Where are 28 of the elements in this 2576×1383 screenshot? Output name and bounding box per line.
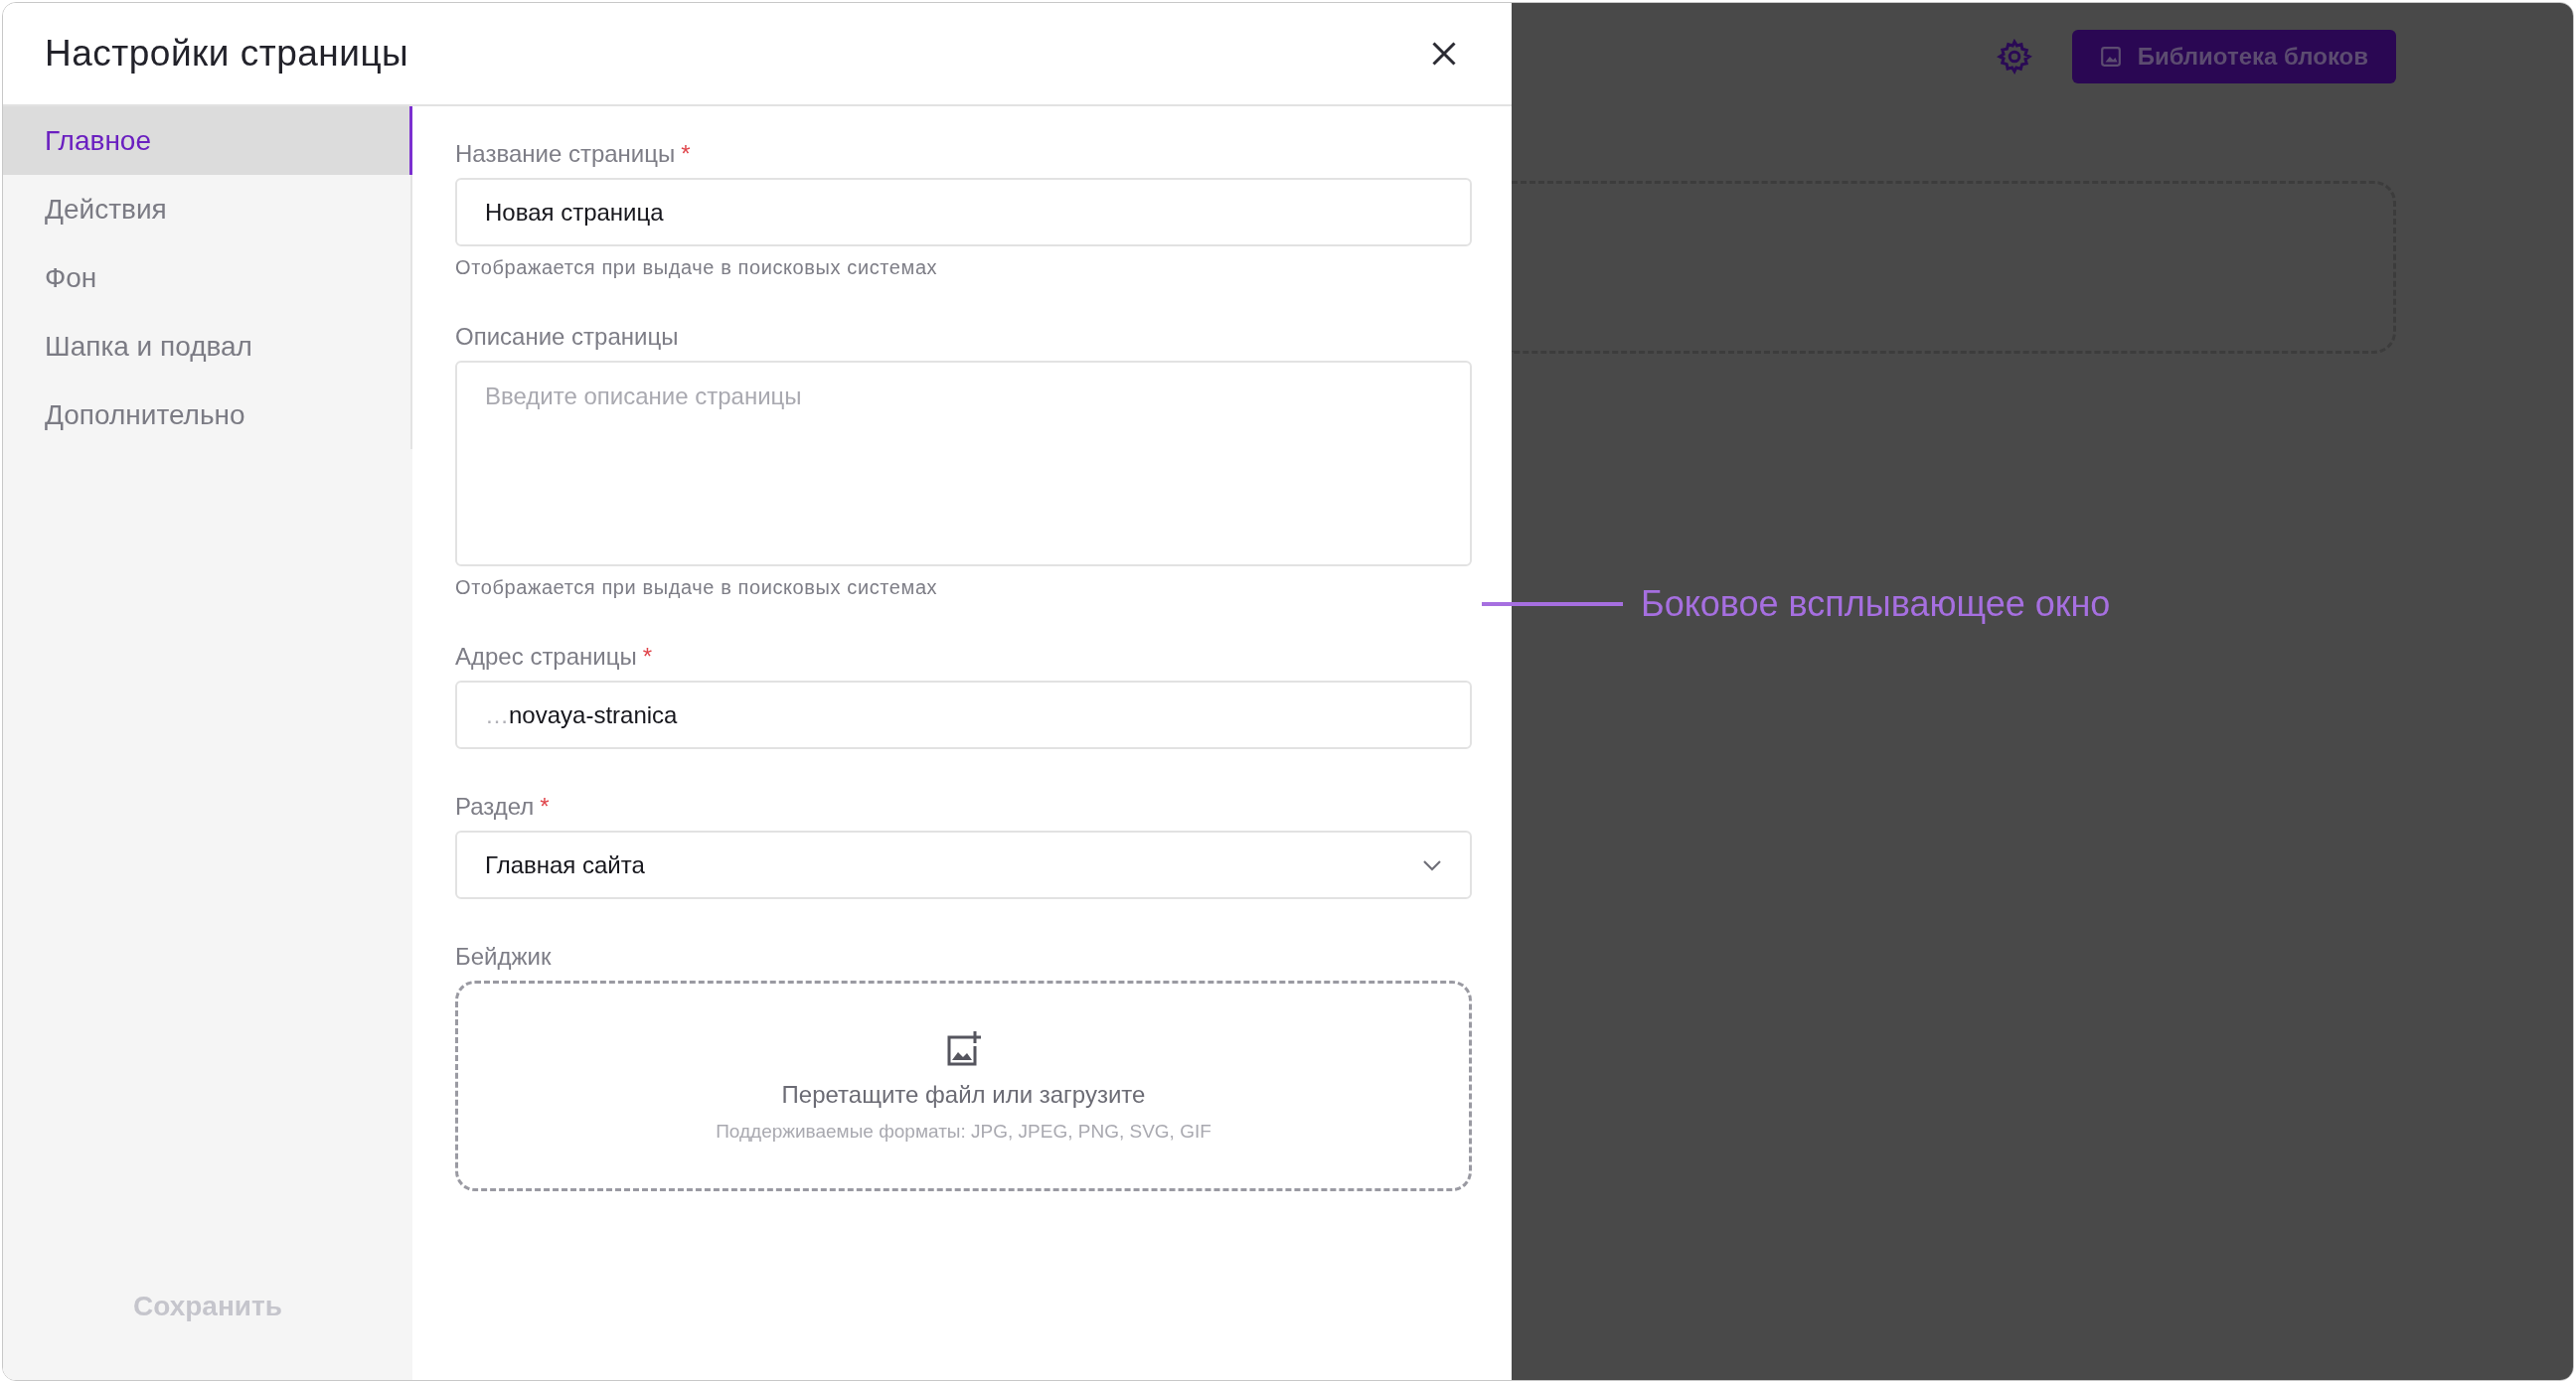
field-label: Описание страницы — [455, 323, 679, 351]
field-hint: Отображается при выдаче в поисковых системах — [455, 576, 939, 599]
field-label: Адрес страницы — [455, 643, 637, 671]
close-icon[interactable] — [1430, 40, 1458, 68]
field-label: Раздел — [455, 793, 535, 821]
address-field[interactable]: …novaya-stranica — [455, 681, 1472, 749]
image-icon — [2099, 46, 2122, 68]
annotation-label: Боковое всплывающее окно — [1641, 583, 2111, 625]
upload-prompt: Перетащите файл или загрузите — [781, 1081, 1146, 1109]
required-mark: * — [681, 140, 691, 168]
sidebar-tab[interactable]: Дополнительно — [3, 381, 410, 449]
block-library-button[interactable]: Библиотека блоков — [2071, 30, 2396, 83]
field-label: Бейджик — [455, 943, 552, 971]
field-hint: Отображается при выдаче в поисковых системах — [455, 256, 939, 279]
input-field[interactable]: Новая страница — [455, 178, 1472, 246]
formats-hint: Поддерживаемые форматы: JPG, JPEG, PNG, SVG, GIF — [716, 1121, 1211, 1143]
required-mark: * — [642, 643, 653, 671]
required-mark: * — [540, 793, 550, 821]
upload-dropzone[interactable]: Перетащите файл или загрузите Поддерживаемые форматы: JPG, JPEG, PNG, SVG, GIF — [455, 981, 1472, 1191]
sidebar-tab[interactable]: Шапка и подвал — [3, 312, 410, 381]
description-field[interactable]: Введите описание страницы — [455, 361, 1472, 566]
sidebar-tab[interactable]: Главное — [3, 106, 412, 175]
sidebar-tab[interactable]: Действия — [3, 175, 410, 243]
section-dropdown[interactable]: Главная сайта — [455, 831, 1472, 899]
chevron-down-icon — [1422, 858, 1442, 871]
field-label: Название страницы — [455, 140, 676, 168]
panel-title: Настройки страницы — [45, 33, 409, 75]
sidebar-tab[interactable]: Фон — [3, 243, 410, 312]
